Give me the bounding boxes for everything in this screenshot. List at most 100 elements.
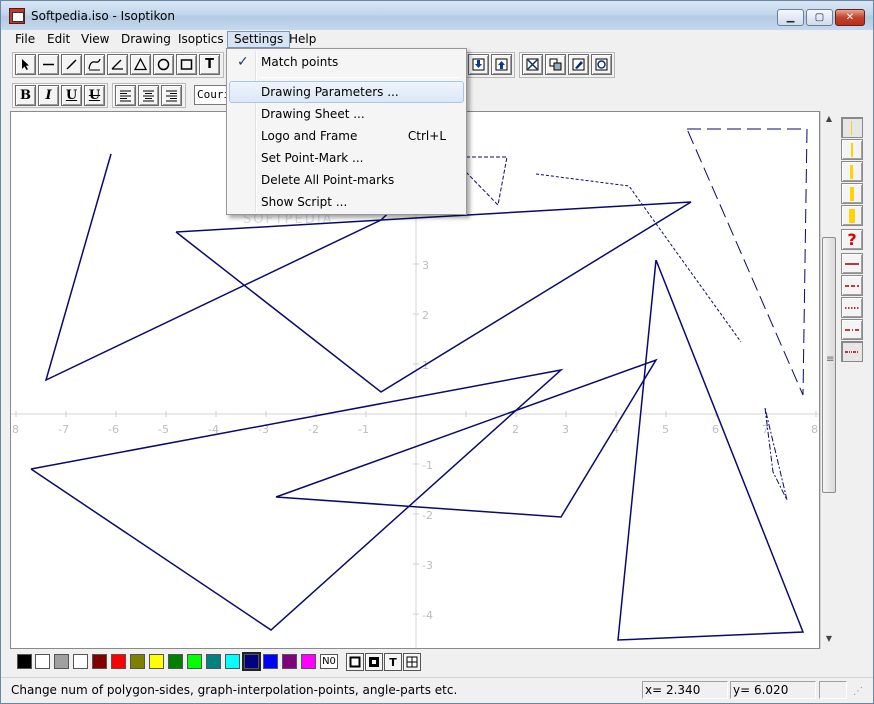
color-swatch[interactable] xyxy=(17,654,32,669)
fill-grid-button[interactable] xyxy=(403,653,421,671)
color-swatch[interactable] xyxy=(111,654,126,669)
menu-item-show-script[interactable]: Show Script ... xyxy=(229,191,464,213)
no-fill-button[interactable]: N0 xyxy=(320,654,338,669)
fill-solid-button[interactable] xyxy=(365,653,383,671)
text-tool-button[interactable]: T xyxy=(199,54,220,75)
triangle-shape[interactable] xyxy=(275,358,658,518)
dotted-shape[interactable] xyxy=(535,173,742,343)
copy-shape-button[interactable] xyxy=(545,54,566,75)
x-tick-label: -1 xyxy=(358,423,369,436)
color-swatch[interactable] xyxy=(130,654,145,669)
title-bar[interactable]: Softpedia.iso - Isoptikon ▁ ▢ ✕ xyxy=(1,1,873,30)
bold-button[interactable]: B xyxy=(15,85,36,106)
menu-isoptics[interactable]: Isoptics xyxy=(172,31,230,48)
line-width-2-button[interactable] xyxy=(841,139,863,160)
strikethrough-button[interactable]: U xyxy=(84,85,105,106)
move-up-button[interactable] xyxy=(491,54,512,75)
color-swatch[interactable] xyxy=(168,654,183,669)
color-swatch[interactable] xyxy=(242,652,261,671)
pencil-icon xyxy=(572,58,585,71)
color-swatch[interactable] xyxy=(92,654,107,669)
menu-item-logo-and-frame[interactable]: Logo and Frame Ctrl+L xyxy=(229,125,464,147)
grid-icon xyxy=(406,656,418,668)
maximize-button[interactable]: ▢ xyxy=(806,9,833,26)
resize-grip-icon[interactable]: ⋰ xyxy=(853,686,867,700)
color-swatch[interactable] xyxy=(187,654,202,669)
curve-tool-button[interactable] xyxy=(84,54,105,75)
select-tool-button[interactable] xyxy=(15,54,36,75)
move-down-button[interactable] xyxy=(468,54,489,75)
menu-file[interactable]: File xyxy=(9,31,41,48)
menu-item-match-points[interactable]: ✓ Match points xyxy=(229,51,464,73)
dashed-triangle-shape[interactable] xyxy=(686,128,808,396)
align-center-button[interactable] xyxy=(138,85,159,106)
menu-item-drawing-sheet[interactable]: Drawing Sheet ... xyxy=(229,103,464,125)
line-dashdotdot-button[interactable] xyxy=(841,341,863,362)
line-dotted-button[interactable] xyxy=(841,297,863,318)
menu-edit[interactable]: Edit xyxy=(41,31,76,48)
rectangle-tool-button[interactable] xyxy=(176,54,197,75)
color-swatch[interactable] xyxy=(263,654,278,669)
edit-shape-button[interactable] xyxy=(568,54,589,75)
close-button[interactable]: ✕ xyxy=(835,9,865,26)
color-swatch[interactable] xyxy=(73,654,88,669)
x-coordinate-readout: x= 2.340 xyxy=(642,681,728,699)
line-width-3-button[interactable] xyxy=(841,161,863,182)
menu-item-drawing-parameters[interactable]: Drawing Parameters ... xyxy=(229,81,464,103)
triangle-tool-button[interactable] xyxy=(130,54,151,75)
menu-item-set-point-mark[interactable]: Set Point-Mark ... xyxy=(229,147,464,169)
angle-tool-button[interactable] xyxy=(107,54,128,75)
status-bar: Change num of polygon-sides, graph-inter… xyxy=(1,677,873,703)
color-swatch[interactable] xyxy=(35,654,50,669)
minimize-button[interactable]: ▁ xyxy=(777,9,804,26)
line-width-4-button[interactable] xyxy=(841,183,863,204)
vertical-scrollbar[interactable]: ▲ ▼ xyxy=(820,111,837,649)
align-right-button[interactable] xyxy=(161,85,182,106)
align-right-icon xyxy=(166,90,177,102)
color-swatch[interactable] xyxy=(206,654,221,669)
minimize-icon: ▁ xyxy=(786,12,795,23)
hline-tool-button[interactable] xyxy=(38,54,59,75)
rotate-button[interactable] xyxy=(591,54,612,75)
menu-item-delete-all-point-marks[interactable]: Delete All Point-marks xyxy=(229,169,464,191)
italic-button[interactable]: I xyxy=(38,85,59,106)
line-dashed-button[interactable] xyxy=(841,275,863,296)
circle-tool-button[interactable] xyxy=(153,54,174,75)
scroll-thumb[interactable] xyxy=(822,237,836,493)
dotted-shape[interactable] xyxy=(465,156,508,207)
underline-button[interactable]: U xyxy=(61,85,82,106)
copy-icon xyxy=(549,58,562,71)
line-solid-button[interactable] xyxy=(841,253,863,274)
scroll-down-button[interactable]: ▼ xyxy=(821,631,837,647)
menu-drawing[interactable]: Drawing xyxy=(115,31,177,48)
menu-settings[interactable]: Settings xyxy=(227,31,291,48)
dash-dot-shape[interactable] xyxy=(764,407,788,501)
triangle-shape[interactable] xyxy=(175,201,692,393)
color-swatch[interactable] xyxy=(225,654,240,669)
x-tick-label: -2 xyxy=(308,423,319,436)
x-tick-label: 3 xyxy=(562,423,569,436)
triangle-shape[interactable] xyxy=(30,368,564,631)
fill-outline-button[interactable] xyxy=(346,653,364,671)
help-button[interactable]: ? xyxy=(841,229,863,250)
intersect-button[interactable] xyxy=(522,54,543,75)
line-width-1-button[interactable] xyxy=(841,117,863,138)
arrow-up-icon xyxy=(495,58,508,71)
color-swatch[interactable] xyxy=(149,654,164,669)
line-dashdot-button[interactable] xyxy=(841,319,863,340)
menu-view[interactable]: View xyxy=(75,31,115,48)
fill-text-button[interactable]: T xyxy=(384,653,402,671)
status-message: Change num of polygon-sides, graph-inter… xyxy=(11,683,458,697)
line-tool-button[interactable] xyxy=(61,54,82,75)
app-icon[interactable] xyxy=(9,8,25,24)
align-left-button[interactable] xyxy=(115,85,136,106)
color-swatch[interactable] xyxy=(54,654,69,669)
scroll-up-button[interactable]: ▲ xyxy=(821,111,837,127)
line-width-5-button[interactable] xyxy=(841,205,863,226)
color-swatch[interactable] xyxy=(301,654,316,669)
y-coordinate-readout: y= 6.020 xyxy=(730,681,816,699)
menu-item-label: Match points xyxy=(261,55,339,69)
menu-help[interactable]: Help xyxy=(283,31,322,48)
arrow-down-icon xyxy=(472,58,485,71)
color-swatch[interactable] xyxy=(282,654,297,669)
